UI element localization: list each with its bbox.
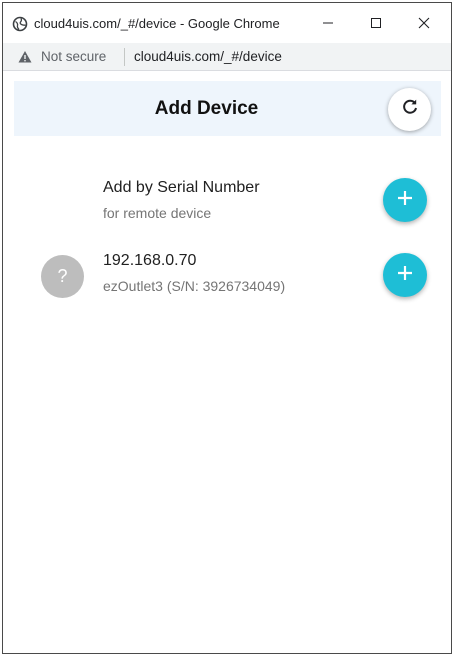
refresh-button[interactable] — [388, 88, 431, 131]
window-title: cloud4uis.com/_#/device - Google Chrome — [34, 16, 280, 31]
title-bar: cloud4uis.com/_#/device - Google Chrome — [3, 3, 451, 43]
list-item-primary: Add by Serial Number — [103, 179, 260, 196]
address-divider — [124, 48, 125, 66]
security-label[interactable]: Not secure — [41, 49, 106, 64]
list-item-add-serial[interactable]: Add by Serial Number for remote device — [3, 169, 451, 229]
close-button[interactable] — [401, 3, 447, 43]
list-item-device[interactable]: ? 192.168.0.70 ezOutlet3 (S/N: 392673404… — [3, 242, 451, 302]
app-header: Add Device — [14, 81, 441, 136]
maximize-button[interactable] — [353, 3, 399, 43]
page-title: Add Device — [154, 98, 259, 119]
list-item-secondary: for remote device — [103, 205, 212, 221]
add-device-button[interactable] — [383, 253, 427, 297]
globe-icon — [12, 16, 28, 32]
minimize-button[interactable] — [305, 3, 351, 43]
avatar: ? — [41, 255, 84, 298]
device-serial: ezOutlet3 (S/N: 3926734049) — [103, 278, 286, 294]
address-bar[interactable]: Not secure cloud4uis.com/_#/device — [3, 43, 451, 71]
add-serial-button[interactable] — [383, 178, 427, 222]
browser-window: cloud4uis.com/_#/device - Google Chrome … — [2, 2, 452, 654]
plus-icon — [396, 264, 414, 287]
page-content: Add Device Add by Serial Number for remo… — [3, 72, 451, 653]
device-address: 192.168.0.70 — [103, 252, 197, 269]
refresh-icon — [400, 97, 420, 122]
warning-icon[interactable] — [17, 49, 33, 65]
plus-icon — [396, 189, 414, 212]
url-field[interactable]: cloud4uis.com/_#/device — [134, 49, 282, 64]
